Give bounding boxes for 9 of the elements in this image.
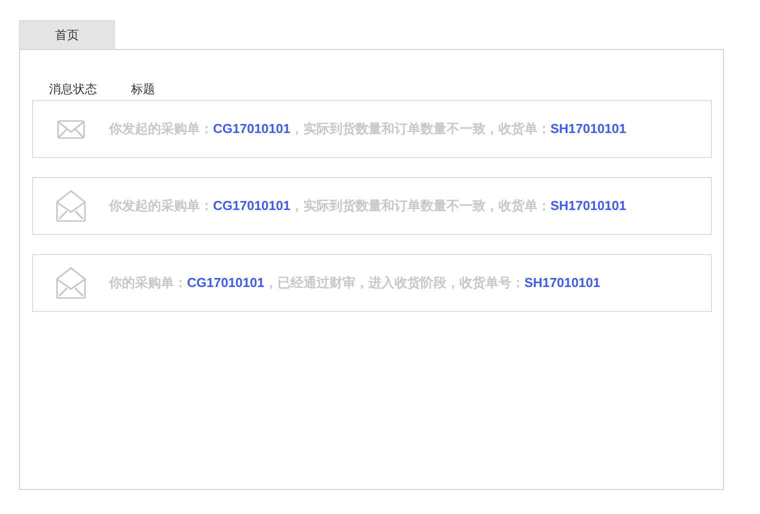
order-link[interactable]: SH17010101 (524, 275, 600, 290)
order-link[interactable]: SH17010101 (550, 198, 626, 213)
tab[interactable]: 首页 (19, 20, 115, 49)
column-header: 消息状态 (49, 81, 97, 98)
order-link[interactable]: SH17010101 (550, 121, 626, 136)
order-link[interactable]: CG17010101 (213, 121, 290, 136)
order-link[interactable]: CG17010101 (187, 275, 264, 290)
order-link[interactable]: CG17010101 (213, 198, 290, 213)
column-header: 标题 (131, 81, 155, 98)
